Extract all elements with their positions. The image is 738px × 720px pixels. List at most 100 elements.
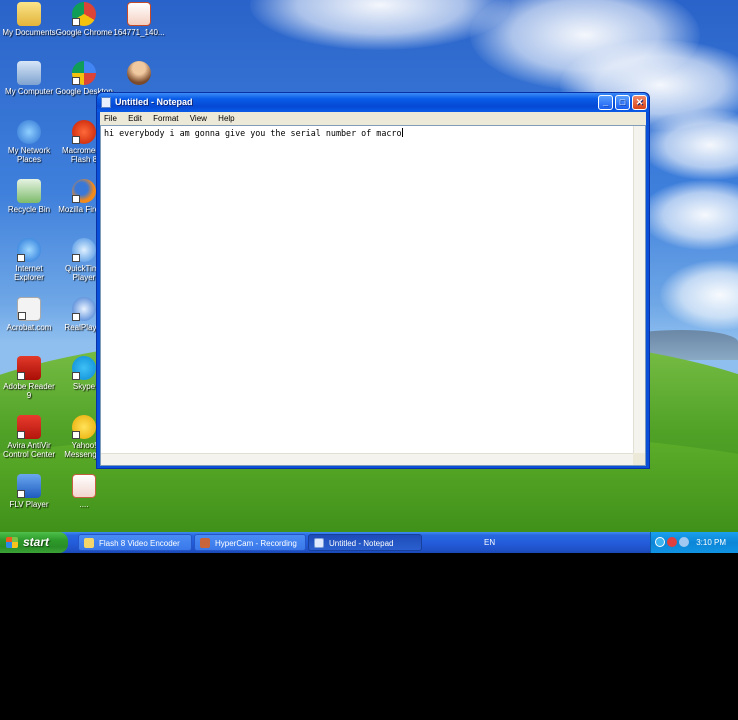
shortcut-arrow-icon bbox=[17, 372, 25, 380]
start-button[interactable]: start bbox=[0, 532, 68, 553]
shortcut-arrow-icon bbox=[72, 18, 80, 26]
desktop-icon-adobe-reader[interactable]: Adobe Reader 9 bbox=[0, 356, 58, 400]
desktop-icon-google-chrome[interactable]: Google Chrome bbox=[55, 2, 113, 37]
vertical-scrollbar[interactable] bbox=[633, 126, 645, 453]
desktop-icon-label: My Documents bbox=[2, 28, 56, 37]
menu-bar: File Edit Format View Help bbox=[100, 112, 646, 125]
folder-icon bbox=[17, 2, 41, 26]
computer-icon bbox=[17, 61, 41, 85]
desktop-icon-label: Adobe Reader 9 bbox=[3, 382, 55, 400]
desktop-icon-image-file[interactable]: 164771_140... bbox=[110, 2, 168, 37]
person-icon bbox=[127, 61, 151, 85]
shortcut-arrow-icon bbox=[72, 313, 80, 321]
shortcut-arrow-icon bbox=[72, 372, 80, 380]
system-tray: 3:10 PM bbox=[650, 532, 738, 553]
menu-view[interactable]: View bbox=[190, 114, 207, 123]
menu-file[interactable]: File bbox=[104, 114, 117, 123]
task-label: HyperCam - Recording bbox=[215, 539, 297, 548]
network-icon bbox=[17, 120, 41, 144]
shortcut-arrow-icon bbox=[17, 254, 25, 262]
taskbar-item-notepad[interactable]: Untitled - Notepad bbox=[308, 534, 422, 551]
hypercam-icon bbox=[200, 538, 210, 548]
menu-help[interactable]: Help bbox=[218, 114, 234, 123]
cloud bbox=[640, 180, 738, 250]
resize-grip[interactable] bbox=[633, 453, 645, 465]
realplayer-icon bbox=[72, 297, 96, 321]
minimize-button[interactable]: _ bbox=[598, 95, 613, 110]
volume-tray-icon[interactable] bbox=[679, 537, 689, 547]
text-editor-area[interactable]: hi everybody i am gonna give you the ser… bbox=[100, 125, 646, 466]
taskbar-item-hypercam[interactable]: HyperCam - Recording bbox=[194, 534, 306, 551]
network-tray-icon[interactable] bbox=[667, 537, 677, 547]
desktop-icon-my-computer[interactable]: My Computer bbox=[0, 61, 58, 96]
desktop-icon-flv-player[interactable]: FLV Player bbox=[0, 474, 58, 509]
desktop-icon-acrobat[interactable]: Acrobat.com bbox=[0, 297, 58, 332]
horizontal-scrollbar[interactable] bbox=[101, 453, 634, 465]
notepad-icon bbox=[101, 97, 111, 108]
notepad-icon bbox=[314, 538, 324, 548]
close-button[interactable]: ✕ bbox=[632, 95, 647, 110]
acrobat-icon bbox=[17, 297, 41, 321]
desktop-icon-label: 164771_140... bbox=[113, 28, 165, 37]
shortcut-arrow-icon bbox=[72, 77, 80, 85]
taskbar-item-flash-encoder[interactable]: Flash 8 Video Encoder bbox=[78, 534, 192, 551]
image-file-icon bbox=[127, 2, 151, 26]
desktop-icon-label: Skype bbox=[72, 382, 96, 391]
cloud bbox=[660, 260, 738, 330]
desktop-icon-my-network-places[interactable]: My Network Places bbox=[0, 120, 58, 164]
desktop-icon-avira[interactable]: Avira AntiVir Control Center bbox=[0, 415, 58, 459]
maximize-button[interactable]: □ bbox=[615, 95, 630, 110]
recycle-bin-icon bbox=[17, 179, 41, 203]
chrome-icon bbox=[72, 2, 96, 26]
taskbar: start Flash 8 Video Encoder HyperCam - R… bbox=[0, 532, 738, 553]
skype-tray-icon[interactable] bbox=[655, 537, 665, 547]
flash-icon bbox=[72, 120, 96, 144]
yahoo-messenger-icon bbox=[72, 415, 96, 439]
shortcut-arrow-icon bbox=[17, 431, 25, 439]
folder-icon bbox=[84, 538, 94, 548]
shortcut-arrow-icon bbox=[18, 312, 26, 320]
desktop-icon-label: Recycle Bin bbox=[7, 205, 51, 214]
google-desktop-icon bbox=[72, 61, 96, 85]
skype-icon bbox=[72, 356, 96, 380]
window-title: Untitled - Notepad bbox=[115, 97, 193, 107]
desktop-icon-my-documents[interactable]: My Documents bbox=[0, 2, 58, 37]
task-label: Flash 8 Video Encoder bbox=[99, 539, 180, 548]
desktop-icon-google-desktop[interactable]: Google Desktop bbox=[55, 61, 113, 96]
desktop-icon-label: My Network Places bbox=[7, 146, 51, 164]
internet-explorer-icon bbox=[17, 238, 41, 262]
editor-text: hi everybody i am gonna give you the ser… bbox=[104, 128, 402, 138]
menu-format[interactable]: Format bbox=[153, 114, 178, 123]
shortcut-arrow-icon bbox=[72, 195, 80, 203]
windows-logo-icon bbox=[6, 537, 18, 548]
shortcut-arrow-icon bbox=[72, 431, 80, 439]
desktop-icon-unlabeled[interactable] bbox=[110, 61, 168, 87]
shortcut-arrow-icon bbox=[72, 254, 80, 262]
menu-edit[interactable]: Edit bbox=[128, 114, 142, 123]
editor-text-line[interactable]: hi everybody i am gonna give you the ser… bbox=[104, 128, 403, 138]
avira-icon bbox=[17, 415, 41, 439]
desktop-icon-label: My Computer bbox=[4, 87, 53, 96]
desktop-icon-label: Internet Explorer bbox=[14, 264, 44, 282]
desktop-icon-label: Google Chrome bbox=[55, 28, 113, 37]
desktop-icon-internet-explorer[interactable]: Internet Explorer bbox=[0, 238, 58, 282]
task-label: Untitled - Notepad bbox=[329, 539, 394, 548]
language-indicator[interactable]: EN bbox=[484, 532, 495, 553]
adobe-reader-icon bbox=[17, 356, 41, 380]
text-caret bbox=[401, 128, 403, 137]
desktop-icon-label: .... bbox=[79, 500, 89, 509]
start-label: start bbox=[23, 535, 50, 549]
shortcut-arrow-icon bbox=[72, 136, 80, 144]
desktop-icon-file[interactable]: .... bbox=[55, 474, 113, 509]
desktop: My Documents My Computer My Network Plac… bbox=[0, 0, 738, 553]
notepad-title-bar[interactable]: Untitled - Notepad _ □ ✕ bbox=[97, 93, 649, 112]
desktop-icon-recycle-bin[interactable]: Recycle Bin bbox=[0, 179, 58, 214]
quicktime-icon bbox=[72, 238, 96, 262]
flv-player-icon bbox=[17, 474, 41, 498]
desktop-icon-label: FLV Player bbox=[9, 500, 49, 509]
file-icon bbox=[72, 474, 96, 498]
desktop-icon-label: Avira AntiVir Control Center bbox=[2, 441, 56, 459]
notepad-window[interactable]: Untitled - Notepad _ □ ✕ File Edit Forma… bbox=[96, 92, 650, 469]
clock[interactable]: 3:10 PM bbox=[696, 532, 726, 553]
firefox-icon bbox=[72, 179, 96, 203]
